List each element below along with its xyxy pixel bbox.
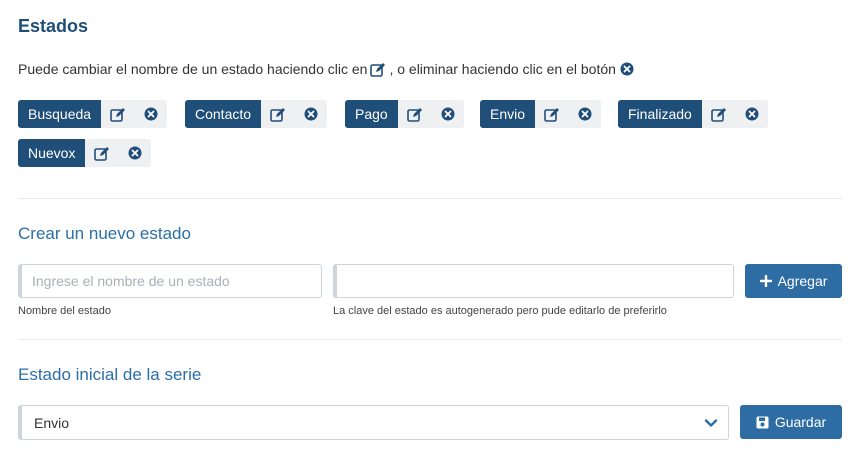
state-tag: Contacto	[185, 100, 328, 128]
state-tag-label[interactable]: Busqueda	[18, 100, 102, 128]
intro-text-before: Puede cambiar el nombre de un estado hac…	[18, 61, 368, 77]
save-icon	[756, 416, 769, 428]
state-tag-label[interactable]: Pago	[345, 100, 398, 128]
save-initial-state-button[interactable]: Guardar	[740, 405, 842, 439]
state-key-input[interactable]	[337, 265, 733, 297]
close-circle-icon	[304, 107, 318, 121]
edit-state-button[interactable]	[101, 100, 135, 128]
state-tag-label[interactable]: Contacto	[185, 100, 262, 128]
delete-state-button[interactable]	[135, 100, 167, 128]
state-name-input[interactable]	[22, 265, 321, 297]
edit-icon	[406, 107, 422, 122]
delete-state-button[interactable]	[432, 100, 464, 128]
add-state-button[interactable]: Agregar	[745, 264, 842, 298]
edit-state-button[interactable]	[85, 139, 119, 167]
state-tag: Pago	[345, 100, 464, 128]
state-tag-label[interactable]: Envio	[480, 100, 536, 128]
state-key-field	[333, 264, 734, 298]
state-name-field	[18, 264, 322, 298]
divider	[18, 339, 842, 340]
divider	[18, 198, 842, 199]
state-tag: Envio	[480, 100, 602, 128]
state-tag: Nuevox	[18, 139, 152, 167]
edit-state-button[interactable]	[398, 100, 432, 128]
edit-state-button[interactable]	[702, 100, 736, 128]
initial-state-selected: Envio	[34, 414, 70, 431]
edit-state-button[interactable]	[261, 100, 295, 128]
edit-state-button[interactable]	[535, 100, 569, 128]
edit-icon	[270, 107, 286, 122]
create-state-heading: Crear un nuevo estado	[18, 224, 191, 243]
delete-state-button[interactable]	[119, 139, 151, 167]
edit-icon	[94, 146, 110, 161]
close-circle-icon	[578, 107, 592, 121]
edit-icon	[110, 107, 126, 122]
chevron-down-icon	[704, 416, 718, 433]
state-name-help: Nombre del estado	[18, 305, 111, 317]
close-circle-icon	[745, 107, 759, 121]
page-title: Estados	[18, 16, 89, 36]
initial-state-heading: Estado inicial de la serie	[18, 365, 202, 384]
edit-icon	[711, 107, 726, 122]
intro-text-middle: , o eliminar haciendo clic en el botón	[389, 61, 616, 77]
intro-text: Puede cambiar el nombre de un estado hac…	[18, 61, 638, 77]
close-circle-icon	[128, 146, 142, 160]
delete-state-button[interactable]	[295, 100, 327, 128]
delete-state-button[interactable]	[569, 100, 601, 128]
edit-icon	[369, 61, 387, 77]
state-tag: Finalizado	[618, 100, 768, 128]
save-initial-state-label: Guardar	[774, 414, 827, 430]
initial-state-select[interactable]: Envio	[18, 405, 729, 440]
delete-state-button[interactable]	[736, 100, 768, 128]
close-circle-icon	[144, 107, 158, 121]
state-tag: Busqueda	[18, 100, 168, 128]
close-circle-icon	[441, 107, 455, 121]
add-state-label: Agregar	[777, 273, 828, 289]
state-tag-label[interactable]: Nuevox	[18, 139, 86, 167]
state-key-help: La clave del estado es autogenerado pero…	[333, 305, 667, 317]
close-circle-icon	[618, 61, 636, 77]
edit-icon	[544, 107, 560, 122]
plus-icon	[759, 275, 772, 287]
state-tag-label[interactable]: Finalizado	[618, 100, 702, 128]
